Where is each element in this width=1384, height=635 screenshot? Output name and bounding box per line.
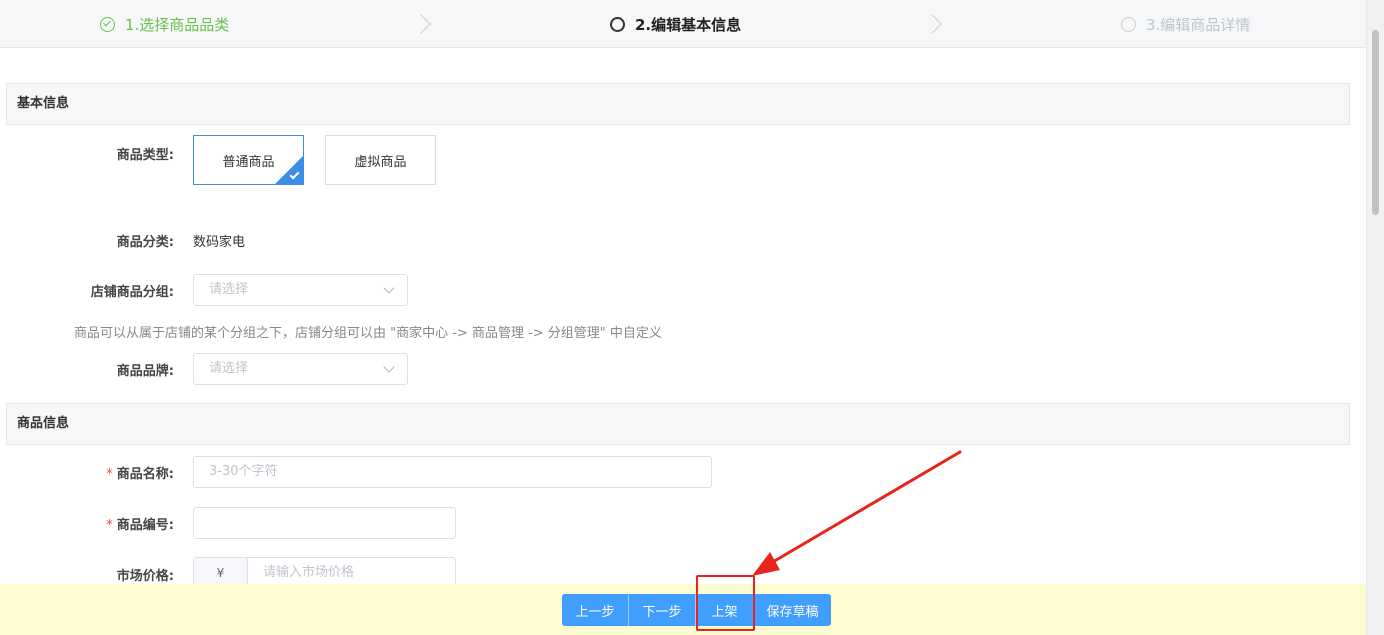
circle-icon (610, 16, 625, 32)
chevron-down-icon (383, 361, 395, 373)
step-label: 3.编辑商品详情 (1146, 15, 1251, 34)
save-draft-button[interactable]: 保存草稿 (754, 594, 831, 626)
annotation-arrow-icon (752, 450, 962, 576)
next-step-button[interactable]: 下一步 (629, 594, 696, 626)
chevron-right-icon (925, 14, 941, 34)
shop-group-hint: 商品可以从属于店铺的某个分组之下，店铺分组可以由 "商家中心 -> 商品管理 -… (74, 326, 662, 341)
shop-group-label: 店铺商品分组: (90, 285, 174, 300)
circle-icon (1121, 16, 1136, 32)
category-label: 商品分类: (116, 235, 174, 250)
product-code-label-text: 商品编号: (116, 518, 174, 533)
check-circle-icon (100, 16, 115, 32)
required-mark: * (106, 467, 113, 482)
step-label: 2.编辑基本信息 (635, 15, 742, 34)
chevron-right-icon (414, 14, 430, 34)
step-label: 1.选择商品品类 (125, 15, 230, 34)
type-option-normal[interactable]: 普通商品 (193, 135, 304, 185)
shop-group-select[interactable]: 请选择 (193, 274, 408, 306)
vertical-scrollbar[interactable] (1366, 0, 1384, 635)
brand-select[interactable]: 请选择 (193, 353, 408, 385)
selected-corner (275, 156, 303, 184)
steps-bar: 1.选择商品品类 2.编辑基本信息 3.编辑商品详情 (0, 0, 1366, 48)
chevron-down-icon (383, 282, 395, 294)
section-basic-info: 基本信息 (6, 83, 1350, 125)
step-edit-basic-info[interactable]: 2.编辑基本信息 (610, 14, 741, 34)
category-value: 数码家电 (193, 235, 246, 250)
type-option-label: 虚拟商品 (354, 154, 407, 170)
brand-placeholder: 请选择 (209, 361, 249, 376)
market-price-label: 市场价格: (116, 569, 174, 584)
section-product-info: 商品信息 (6, 403, 1350, 445)
scrollbar-thumb[interactable] (1372, 30, 1379, 215)
product-code-input[interactable] (193, 507, 456, 539)
required-mark: * (106, 518, 113, 533)
product-name-input[interactable]: 3-30个字符 (193, 456, 712, 488)
prev-step-button[interactable]: 上一步 (562, 594, 629, 626)
product-name-placeholder: 3-30个字符 (209, 464, 278, 479)
product-name-label: * 商品名称: (34, 463, 174, 482)
type-option-virtual[interactable]: 虚拟商品 (325, 135, 436, 185)
step-edit-details[interactable]: 3.编辑商品详情 (1121, 14, 1250, 34)
product-type-label: 商品类型: (116, 148, 174, 163)
type-option-label: 普通商品 (222, 154, 275, 170)
product-name-label-text: 商品名称: (116, 467, 174, 482)
product-code-label: * 商品编号: (34, 514, 174, 533)
shop-group-placeholder: 请选择 (209, 282, 249, 297)
brand-label: 商品品牌: (116, 364, 174, 379)
step-select-category[interactable]: 1.选择商品品类 (100, 14, 229, 34)
